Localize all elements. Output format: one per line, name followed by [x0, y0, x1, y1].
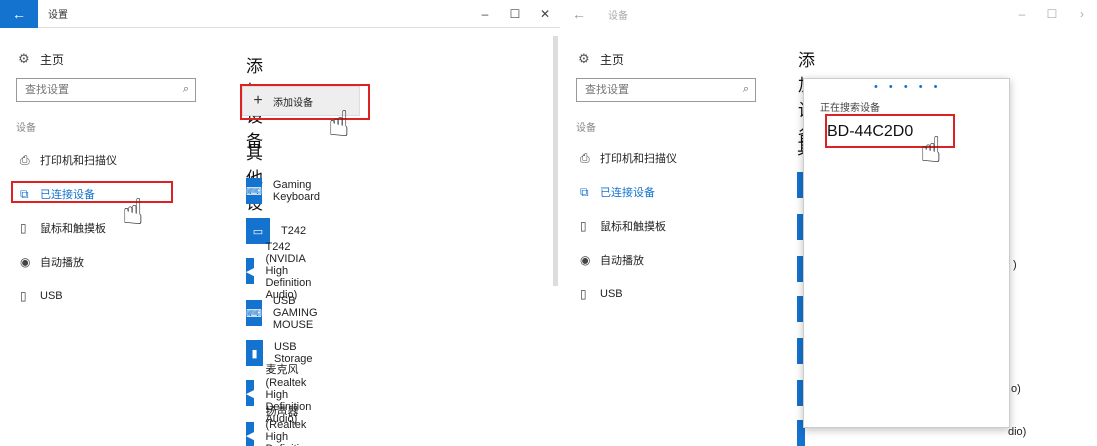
hand-pointer-icon: ☝ [122, 191, 144, 232]
maximize-button[interactable]: ☐ [500, 0, 530, 28]
back-button[interactable]: ← [560, 0, 598, 28]
device-item[interactable]: ◀ T242 (NVIDIA High Definition Audio) [246, 241, 327, 301]
home-label: 主页 [600, 52, 625, 67]
speaker-icon: ◀ [246, 258, 255, 284]
mouse-icon: ▯ [20, 221, 27, 235]
found-device-item[interactable]: BD-44C2D0 [827, 123, 913, 141]
close-icon: ✕ [539, 7, 551, 21]
maximize-icon: ☐ [509, 7, 521, 21]
device-item[interactable]: ◀ 扬声器 (Realtek High Definition Audio) [246, 406, 327, 446]
search-icon[interactable]: ⌕ [183, 83, 189, 96]
back-button[interactable]: ← [0, 0, 38, 28]
back-arrow-icon: ← [12, 5, 26, 22]
sidebar-home[interactable]: ⚙ 主页 [0, 44, 210, 74]
mouse-icon: ▯ [580, 219, 587, 233]
searching-status: 正在搜索设备 [820, 103, 880, 114]
searching-progress-dots: • • • • • [874, 81, 942, 93]
home-label: 主页 [40, 52, 65, 67]
autoplay-icon: ◉ [20, 255, 31, 269]
window-title: 设置 [48, 10, 68, 21]
minimize-button[interactable]: – [1007, 0, 1037, 28]
sidebar-item-autoplay[interactable]: ◉ 自动播放 [0, 245, 210, 279]
keyboard-icon: ⌨ [246, 300, 262, 326]
device-name-partial: o) [1011, 383, 1021, 395]
search-box[interactable]: ⌕ [16, 78, 196, 102]
usb-icon: ▯ [20, 289, 27, 303]
title-bar: ← 设置 – ☐ ✕ [0, 0, 560, 28]
gear-icon: ⚙ [18, 51, 30, 66]
minimize-icon: – [1018, 7, 1026, 21]
sidebar: ⚙ 主页 ⌕ 设备 ⎙ 打印机和扫描仪 ⧉ 已连接设备 ▯ 鼠标和触摸板 ◉ 自… [560, 44, 770, 311]
usb-icon: ▯ [580, 287, 587, 301]
sidebar-item-connected-devices[interactable]: ⧉ 已连接设备 [560, 175, 770, 209]
close-button[interactable]: › [1067, 0, 1097, 28]
maximize-icon: ☐ [1046, 7, 1058, 21]
hand-pointer-icon: ☝ [328, 103, 350, 144]
device-name-partial: dio) [1008, 426, 1027, 438]
speaker-icon: ◀ [246, 422, 255, 446]
device-name-partial: ) [1013, 259, 1017, 271]
sidebar-item-mouse[interactable]: ▯ 鼠标和触摸板 [560, 209, 770, 243]
minimize-button[interactable]: – [470, 0, 500, 28]
connected-devices-icon: ⧉ [580, 184, 589, 199]
connected-devices-icon: ⧉ [20, 186, 29, 201]
sidebar-item-usb[interactable]: ▯ USB [0, 279, 210, 313]
speaker-icon: ◀ [246, 380, 255, 406]
settings-window-right: ← 设备 – ☐ › ⚙ 主页 ⌕ 设备 ⎙ 打印机和扫描仪 ⧉ 已连接设备 [560, 0, 1097, 446]
usb-storage-icon: ▮ [246, 340, 264, 366]
autoplay-icon: ◉ [580, 253, 591, 267]
keyboard-icon: ⌨ [246, 178, 262, 204]
plus-icon: + [253, 92, 263, 109]
sidebar-item-usb[interactable]: ▯ USB [560, 277, 770, 311]
search-box[interactable]: ⌕ [576, 78, 756, 102]
sidebar-item-connected-devices[interactable]: ⧉ 已连接设备 [0, 177, 210, 211]
group-label: 设备 [576, 123, 596, 134]
add-device-popup: • • • • • 正在搜索设备 BD-44C2D0 [803, 78, 1010, 428]
sidebar-home[interactable]: ⚙ 主页 [560, 44, 770, 74]
group-label: 设备 [16, 123, 36, 134]
sidebar-item-printers[interactable]: ⎙ 打印机和扫描仪 [0, 143, 210, 177]
search-icon[interactable]: ⌕ [743, 83, 749, 96]
sidebar-item-mouse[interactable]: ▯ 鼠标和触摸板 [0, 211, 210, 245]
sidebar-item-autoplay[interactable]: ◉ 自动播放 [560, 243, 770, 277]
close-icon: › [1080, 7, 1084, 21]
search-input[interactable] [585, 84, 735, 96]
printer-icon: ⎙ [20, 152, 30, 167]
settings-window-left: ← 设置 – ☐ ✕ ⚙ 主页 ⌕ 设备 ⎙ 打印机和扫描仪 ⧉ 已连接设备 [0, 0, 560, 446]
close-button[interactable]: ✕ [530, 0, 560, 28]
title-bar: ← 设备 – ☐ › [560, 0, 1097, 28]
minimize-icon: – [481, 7, 489, 21]
printer-icon: ⎙ [580, 150, 590, 165]
window-title: 设备 [608, 10, 628, 22]
scrollbar[interactable] [553, 36, 558, 286]
back-arrow-icon: ← [572, 6, 586, 22]
hand-pointer-icon: ☝ [920, 129, 942, 170]
maximize-button[interactable]: ☐ [1037, 0, 1067, 28]
gear-icon: ⚙ [578, 51, 590, 66]
sidebar-item-printers[interactable]: ⎙ 打印机和扫描仪 [560, 141, 770, 175]
sidebar: ⚙ 主页 ⌕ 设备 ⎙ 打印机和扫描仪 ⧉ 已连接设备 ▯ 鼠标和触摸板 ◉ 自… [0, 44, 210, 313]
device-item[interactable]: ⌨ USB GAMING MOUSE [246, 295, 326, 331]
device-item[interactable]: ⌨ Gaming Keyboard [246, 178, 328, 204]
search-input[interactable] [25, 84, 175, 96]
